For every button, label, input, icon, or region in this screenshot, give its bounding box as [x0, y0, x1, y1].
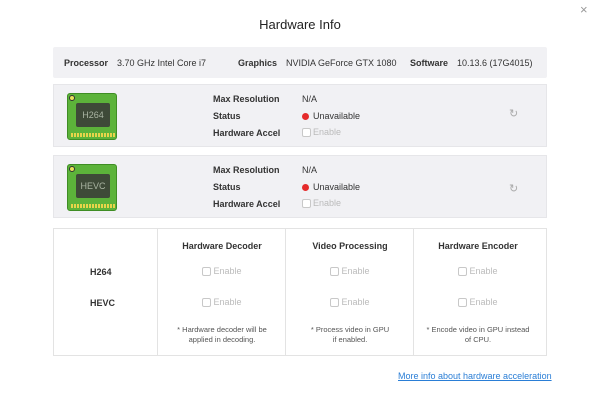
chip-icon: HEVC — [67, 164, 117, 211]
h264-processing-checkbox[interactable]: Enable — [286, 266, 414, 276]
column-hardware-decoder: Hardware Decoder Enable Enable * Hardwar… — [157, 229, 267, 355]
status-label: Status — [213, 182, 241, 192]
column-note: * Encode video in GPU instead of CPU. — [426, 325, 530, 344]
software-label: Software — [410, 58, 449, 68]
row-label-h264: H264 — [90, 267, 112, 277]
processor-value: 3.70 GHz Intel Core i7 — [117, 58, 207, 68]
acceleration-table: H264 HEVC Hardware Decoder Enable Enable… — [53, 228, 547, 356]
close-icon[interactable]: × — [580, 2, 588, 17]
hevc-encoder-checkbox[interactable]: Enable — [414, 297, 542, 307]
codec-card-hevc: HEVC Max Resolution N/A Status Unavailab… — [53, 155, 547, 218]
status-dot-icon — [302, 184, 309, 191]
hardware-accel-checkbox[interactable]: Enable — [302, 127, 341, 137]
max-resolution-label: Max Resolution — [213, 165, 280, 175]
column-header: Hardware Encoder — [438, 241, 518, 251]
refresh-icon[interactable]: ↻ — [509, 182, 518, 195]
status-dot-icon — [302, 113, 309, 120]
hardware-accel-label: Hardware Accel — [213, 199, 281, 209]
processor-label: Processor — [64, 58, 109, 68]
column-video-processing: Video Processing Enable Enable * Process… — [285, 229, 389, 355]
dialog-title: Hardware Info — [259, 17, 341, 32]
status-label: Status — [213, 111, 241, 121]
refresh-icon[interactable]: ↻ — [509, 107, 518, 120]
codec-card-h264: H264 Max Resolution N/A Status Unavailab… — [53, 84, 547, 147]
column-note: * Process video in GPU if enabled. — [310, 325, 390, 344]
graphics-label: Graphics — [238, 58, 278, 68]
system-info-bar: Processor 3.70 GHz Intel Core i7 Graphic… — [53, 47, 547, 78]
h264-decoder-checkbox[interactable]: Enable — [158, 266, 286, 276]
h264-encoder-checkbox[interactable]: Enable — [414, 266, 542, 276]
graphics-value: NVIDIA GeForce GTX 1080 — [286, 58, 397, 68]
software-value: 10.13.6 (17G4015) — [457, 58, 533, 68]
hardware-accel-checkbox[interactable]: Enable — [302, 198, 341, 208]
max-resolution-label: Max Resolution — [213, 94, 280, 104]
status-value: Unavailable — [302, 182, 360, 192]
more-info-link[interactable]: More info about hardware acceleration — [398, 371, 552, 381]
hevc-decoder-checkbox[interactable]: Enable — [158, 297, 286, 307]
max-resolution-value: N/A — [302, 94, 318, 104]
row-label-hevc: HEVC — [90, 298, 116, 308]
hevc-processing-checkbox[interactable]: Enable — [286, 297, 414, 307]
chip-icon: H264 — [67, 93, 117, 140]
max-resolution-value: N/A — [302, 165, 318, 175]
column-header: Hardware Decoder — [182, 241, 262, 251]
column-note: * Hardware decoder will be applied in dec… — [177, 325, 267, 344]
status-value: Unavailable — [302, 111, 360, 121]
column-hardware-encoder: Hardware Encoder Enable Enable * Encode … — [413, 229, 529, 355]
hardware-accel-label: Hardware Accel — [213, 128, 281, 138]
column-header: Video Processing — [312, 241, 388, 251]
